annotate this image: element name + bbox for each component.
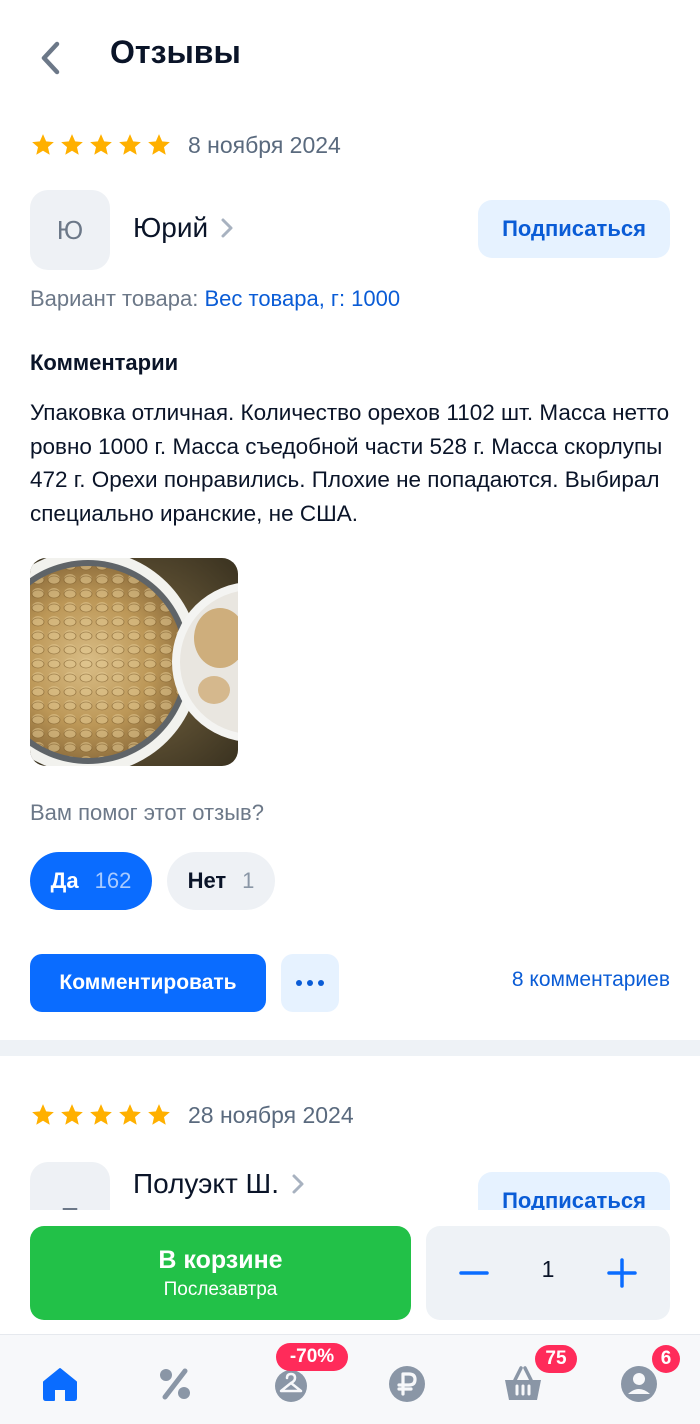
profile-badge: 6 [652, 1345, 680, 1373]
avatar[interactable]: П [30, 1162, 110, 1210]
review-date: 28 ноября 2024 [188, 1101, 354, 1128]
star-icon [61, 1104, 83, 1125]
quantity-stepper: 1 [426, 1226, 670, 1320]
helpful-question: Вам помог этот отзыв? [30, 800, 264, 825]
tab-home[interactable] [35, 1359, 85, 1409]
photo-thumbnail [30, 558, 238, 766]
review-card: 28 ноября 2024 П Полуэкт Ш. Подписаться [0, 1058, 700, 1210]
variant-value[interactable]: Вес товара, г: 1000 [204, 286, 400, 311]
discount-badge: -70% [276, 1343, 348, 1371]
comment-button[interactable]: Комментировать [30, 954, 266, 1012]
quantity-value: 1 [541, 1256, 555, 1282]
star-icon [90, 1104, 112, 1125]
decrease-button[interactable] [454, 1253, 494, 1293]
rating-row: 28 ноября 2024 [30, 1095, 354, 1135]
minus-icon [459, 1271, 489, 1275]
chevron-left-icon [41, 41, 60, 75]
ruble-icon [389, 1366, 425, 1402]
vote-yes-count: 162 [94, 868, 132, 893]
percent-icon [160, 1368, 190, 1400]
comments-count-link[interactable]: 8 комментариев [512, 968, 670, 992]
bottom-tab-bar: -70% 75 6 [0, 1334, 700, 1424]
tab-discounts[interactable] [150, 1359, 200, 1409]
star-rating [30, 132, 172, 158]
star-rating [30, 1102, 172, 1128]
vote-no-button[interactable]: Нет 1 [167, 852, 275, 910]
top-bar: Отзывы [0, 0, 700, 110]
cart-count-badge: 75 [535, 1345, 577, 1373]
vote-yes-button[interactable]: Да 162 [30, 852, 152, 910]
author-row: П Полуэкт Ш. Подписаться [30, 1162, 670, 1210]
chevron-right-icon [221, 218, 233, 238]
cart-button-label: В корзине [158, 1245, 283, 1274]
avatar[interactable]: Ю [30, 190, 110, 270]
author-name: Полуэкт Ш. [133, 1168, 280, 1199]
cart-bar: В корзине Послезавтра 1 [0, 1210, 700, 1334]
plus-icon [607, 1258, 637, 1288]
section-divider [0, 1040, 700, 1056]
comments-heading: Комментарии [30, 350, 179, 375]
review-card: 8 ноября 2024 Ю Юрий Подписаться Вариант… [0, 110, 700, 1040]
vote-no-label: Нет [187, 868, 227, 893]
star-icon [119, 1104, 141, 1125]
author-link[interactable]: Полуэкт Ш. [133, 1168, 305, 1200]
basket-icon [505, 1366, 541, 1400]
vote-no-count: 1 [242, 868, 255, 893]
variant-label: Вариант товара: [30, 286, 199, 311]
star-icon [61, 134, 83, 155]
home-icon [43, 1368, 77, 1401]
back-button[interactable] [30, 38, 70, 78]
star-icon [148, 134, 170, 155]
star-icon [119, 134, 141, 155]
subscribe-button[interactable]: Подписаться [478, 1172, 670, 1210]
page-title: Отзывы [110, 34, 241, 70]
chevron-right-icon [292, 1174, 304, 1194]
star-icon [32, 134, 54, 155]
profile-icon [621, 1366, 657, 1402]
author-link[interactable]: Юрий [133, 212, 234, 244]
more-dot [307, 980, 313, 986]
review-text: Упаковка отличная. Количество орехов 110… [30, 400, 670, 526]
in-cart-button[interactable]: В корзине Послезавтра [30, 1226, 411, 1320]
tab-finance[interactable] [382, 1359, 432, 1409]
author-name: Юрий [133, 212, 209, 243]
subscribe-button[interactable]: Подписаться [478, 200, 670, 258]
vote-yes-label: Да [50, 868, 79, 893]
author-row: Ю Юрий Подписаться [30, 190, 670, 270]
rating-row: 8 ноября 2024 [30, 125, 341, 165]
star-icon [90, 134, 112, 155]
more-dot [318, 980, 324, 986]
star-icon [148, 1104, 170, 1125]
review-date: 8 ноября 2024 [188, 131, 341, 158]
increase-button[interactable] [602, 1253, 642, 1293]
delivery-label: Послезавтра [163, 1278, 278, 1300]
product-variant: Вариант товара: Вес товара, г: 1000 [30, 286, 400, 312]
more-dots-icon [296, 980, 302, 986]
more-options-button[interactable] [281, 954, 339, 1012]
star-icon [32, 1104, 54, 1125]
review-photo[interactable] [30, 558, 238, 766]
